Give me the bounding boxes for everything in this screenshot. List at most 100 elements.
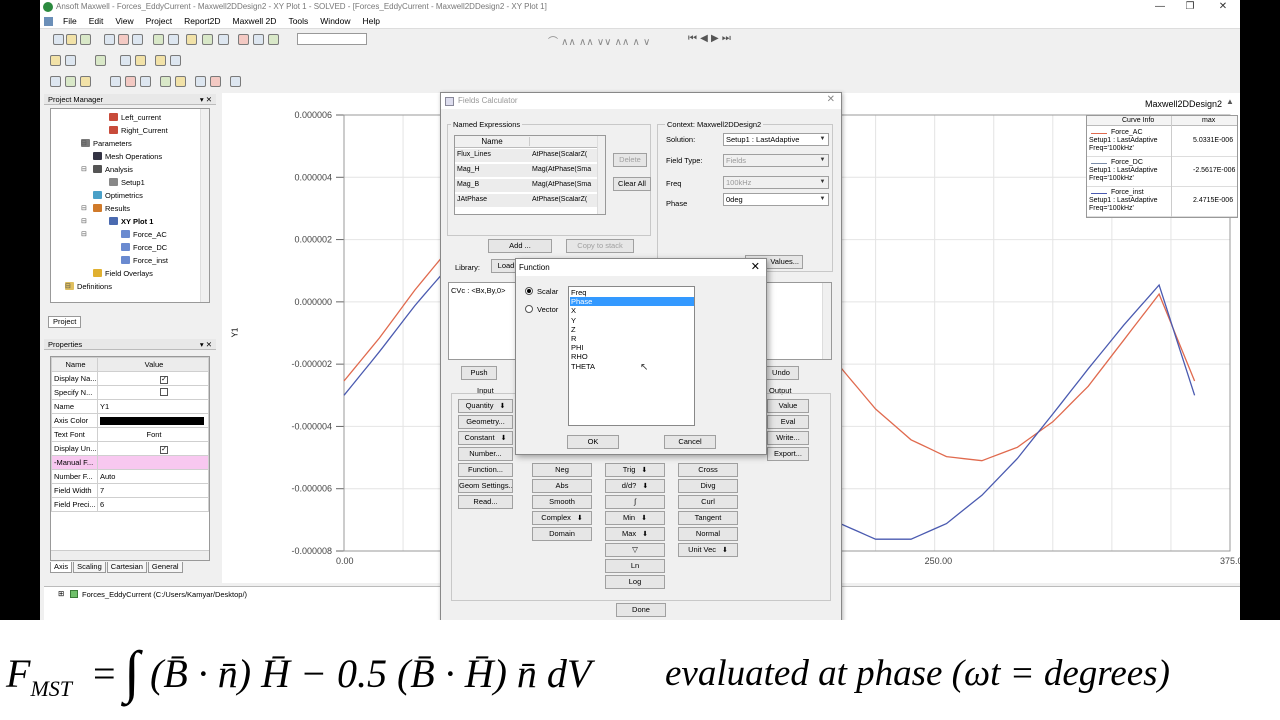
calc-function-button[interactable]: Function... (458, 463, 513, 477)
add-button[interactable]: Add ... (488, 239, 552, 253)
function-item-phi[interactable]: PHI (570, 343, 694, 352)
toolbar-icon[interactable] (268, 34, 279, 45)
calc-min-button[interactable]: Min ⬇ (605, 511, 665, 525)
property-row[interactable]: Display Un... ✓ (51, 441, 209, 456)
function-list[interactable]: Freq Phase X Y Z R PHI RHO THETA (568, 286, 695, 426)
tab-project[interactable]: Project (48, 316, 82, 328)
toolbar-icon[interactable] (168, 34, 179, 45)
toolbar-icon[interactable] (125, 76, 136, 87)
menu-window[interactable]: Window (314, 14, 356, 29)
property-row[interactable]: Field Width 7 (51, 483, 209, 498)
expand-toggle-icon[interactable]: ⊟ (81, 204, 87, 212)
property-row[interactable]: Text Font Font (51, 427, 209, 442)
calc-normal-button[interactable]: Normal (678, 527, 738, 541)
phase-select[interactable]: 0deg ▼ (723, 193, 829, 206)
minimize-icon[interactable]: — (1145, 0, 1175, 14)
function-item-theta[interactable]: THETA (570, 362, 694, 371)
tree-item-force-inst[interactable]: Force_inst (121, 256, 168, 265)
menu-file[interactable]: File (57, 14, 83, 29)
toolbar-icon[interactable] (195, 76, 206, 87)
named-expression-row[interactable]: Mag_H Mag(AtPhase(Sma (455, 164, 597, 178)
toolbar-icon[interactable] (104, 34, 115, 45)
property-value[interactable] (97, 455, 209, 470)
toolbar-icon[interactable] (50, 55, 61, 66)
close-icon[interactable]: ✕ (1208, 0, 1238, 14)
calc-complex-button[interactable]: Complex ⬇ (532, 511, 592, 525)
freq-select[interactable]: 100kHz ▼ (723, 176, 829, 189)
calc-geom-settings-button[interactable]: Geom Settings... (458, 479, 513, 493)
tree-item-field-overlays[interactable]: Field Overlays (93, 269, 153, 278)
calc-trig-button[interactable]: Trig ⬇ (605, 463, 665, 477)
stack-scrollbar[interactable] (822, 283, 831, 359)
vector-radio[interactable] (525, 305, 533, 313)
axis-color-swatch[interactable] (100, 416, 204, 425)
menu-maxwell-2d[interactable]: Maxwell 2D (227, 14, 283, 29)
property-row[interactable]: Display Na... ✓ (51, 371, 209, 386)
named-expressions-list[interactable]: Name Flux_Lines AtPhase(ScalarZ(Mag_H Mag(… (454, 135, 606, 215)
tree-item-parameters[interactable]: Parameters (81, 139, 132, 148)
property-value[interactable] (97, 385, 209, 400)
expand-toggle-icon[interactable]: ⊟ (65, 282, 71, 290)
function-item-rho[interactable]: RHO (570, 352, 694, 361)
tree-item-right-current[interactable]: Right_Current (109, 126, 168, 135)
property-value[interactable]: ✓ (97, 441, 209, 456)
calc-cross-button[interactable]: Cross (678, 463, 738, 477)
toolbar-icon[interactable] (210, 76, 221, 87)
property-value[interactable]: Y1 (97, 399, 209, 414)
toolbar-icon[interactable] (153, 34, 164, 45)
menu-help[interactable]: Help (357, 14, 386, 29)
tree-item-mesh-operations[interactable]: Mesh Operations (93, 152, 162, 161)
tree-item-left-current[interactable]: Left_current (109, 113, 161, 122)
tree-item-xy-plot-1[interactable]: XY Plot 1 (109, 217, 153, 226)
legend-entry[interactable]: Force_AC Setup1 : LastAdaptive Freq='100kH… (1087, 128, 1237, 157)
calc-curl-button[interactable]: Curl (678, 495, 738, 509)
cancel-button[interactable]: Cancel (664, 435, 716, 449)
calc-number-button[interactable]: Number... (458, 447, 513, 461)
calc-value-button[interactable]: Value (767, 399, 809, 413)
toolbar-icon[interactable] (238, 34, 249, 45)
scalar-radio[interactable] (525, 287, 533, 295)
toolbar-icon[interactable] (155, 55, 166, 66)
calc-divg-button[interactable]: Divg (678, 479, 738, 493)
horizontal-scrollbar[interactable] (51, 550, 209, 560)
solution-select[interactable]: Setup1 : LastAdaptive ▼ (723, 133, 829, 146)
clear-all-button[interactable]: Clear All (613, 177, 651, 191)
function-item-freq[interactable]: Freq (570, 288, 694, 297)
toolbar-icon[interactable] (66, 34, 77, 45)
expand-toggle-icon[interactable]: ⊟ (81, 139, 87, 147)
stack-entry[interactable]: CVc : <Bx,By,0> (451, 286, 505, 295)
property-value[interactable]: 7 (97, 483, 209, 498)
calc-eval-button[interactable]: Eval (767, 415, 809, 429)
field-type-select[interactable]: Fields ▼ (723, 154, 829, 167)
calc-write-button[interactable]: Write... (767, 431, 809, 445)
menu-project[interactable]: Project (140, 14, 178, 29)
close-icon[interactable]: ✕ (827, 94, 835, 105)
trace-style-icons[interactable]: ⌒ ∧∧ ∧∧ ∨∨ ∧∧ ∧ ∨ (548, 33, 650, 48)
menu-edit[interactable]: Edit (83, 14, 110, 29)
calc-d-d-button[interactable]: d/d? ⬇ (605, 479, 665, 493)
toolbar-icon[interactable] (50, 76, 61, 87)
toolbar-icon[interactable] (65, 55, 76, 66)
property-row[interactable]: Specify N... (51, 385, 209, 400)
checkbox-unchecked[interactable] (160, 387, 168, 396)
project-tree[interactable]: Left_current Right_Current Parameters Mesh … (50, 108, 210, 303)
tree-item-optimetrics[interactable]: Optimetrics (93, 191, 143, 200)
expand-icon[interactable]: ⊞ (58, 589, 64, 598)
menu-tools[interactable]: Tools (282, 14, 314, 29)
toolbar-icon[interactable] (120, 55, 131, 66)
toolbar-icon[interactable] (80, 34, 91, 45)
tree-item-force-dc[interactable]: Force_DC (121, 243, 167, 252)
panel-close-icon[interactable]: ▾ ✕ (200, 94, 212, 105)
property-value[interactable] (97, 413, 209, 428)
property-row[interactable]: Field Preci... 6 (51, 497, 209, 512)
named-expression-row[interactable]: JAtPhase AtPhase(ScalarZ( (455, 194, 597, 208)
checkbox-checked[interactable]: ✓ (160, 375, 168, 384)
property-row[interactable]: Name Y1 (51, 399, 209, 414)
property-value[interactable]: 6 (97, 497, 209, 512)
calc--button[interactable]: ∫ (605, 495, 665, 509)
legend-entry[interactable]: Force_inst Setup1 : LastAdaptive Freq='100… (1087, 188, 1237, 217)
named-expr-scrollbar[interactable] (597, 136, 605, 214)
toolbar-icon[interactable] (132, 34, 143, 45)
app-menu-icon[interactable] (44, 17, 53, 26)
copy-to-stack-button[interactable]: Copy to stack (566, 239, 634, 253)
